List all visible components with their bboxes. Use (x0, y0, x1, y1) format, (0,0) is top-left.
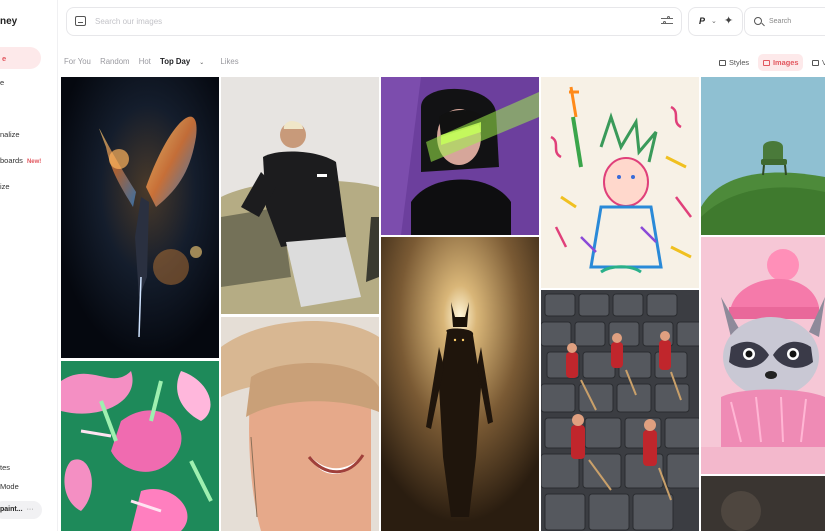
gallery-image-man-leaning-on-car[interactable] (221, 77, 379, 314)
search-label: Search (769, 18, 792, 25)
feed-tabs: For You Random Hot Top Day ⌄ Likes (64, 57, 246, 69)
gallery-image-raccoon-pink-hat[interactable] (701, 237, 825, 474)
search-box[interactable]: Search (744, 7, 825, 36)
sidebar-item-mode[interactable]: Mode (0, 482, 19, 491)
images-icon (763, 60, 770, 66)
gallery-image-statue-of-liberty-doodle[interactable] (541, 77, 699, 288)
app-logo[interactable]: ney (0, 16, 17, 27)
sparkle-icon[interactable]: ✦ (724, 14, 733, 27)
styles-label: Styles (729, 58, 750, 67)
gallery-image-pink-green-tropical-pattern[interactable] (61, 361, 219, 531)
prompt-search-bar[interactable]: Search our images (66, 7, 682, 36)
gallery-image-woman-neon-light[interactable] (381, 77, 539, 235)
gallery-image-tiny-workers-keyboard[interactable] (541, 290, 699, 531)
styles-icon (719, 60, 726, 66)
user-pill[interactable]: paint... ··· (0, 501, 42, 519)
more-icon[interactable]: ··· (27, 506, 34, 513)
chevron-down-icon: ⌄ (199, 60, 205, 66)
image-icon[interactable] (75, 16, 86, 26)
sidebar-item-moodboards[interactable]: boards New! (0, 156, 41, 165)
gallery-image-dark-partial-tile[interactable] (701, 476, 825, 531)
tab-top-day[interactable]: Top Day ⌄ (160, 57, 211, 66)
model-label: P (699, 16, 706, 26)
images-label: Images (773, 58, 799, 67)
chevron-down-icon: ⌄ (711, 18, 717, 25)
gallery-image-fiery-winged-angel[interactable] (61, 77, 219, 358)
sidebar: ney e e nalize boards New! ize tes Mode p… (0, 0, 58, 531)
tab-likes[interactable]: Likes (220, 57, 238, 66)
sidebar-item-explore[interactable]: e (0, 47, 41, 69)
sidebar-item-personalize[interactable]: nalize (0, 130, 20, 139)
model-selector[interactable]: P ⌄ ✦ (688, 7, 743, 36)
images-toggle[interactable]: Images (758, 54, 804, 71)
gallery-image-anubis-silhouette[interactable] (381, 237, 539, 531)
tab-random[interactable]: Random (100, 57, 129, 66)
gallery-image-smiling-woman-hat[interactable] (221, 317, 379, 531)
tab-label: Top Day (160, 57, 191, 66)
gallery-image-chair-on-green-hill[interactable] (701, 77, 825, 235)
videos-icon (812, 60, 819, 66)
new-badge: New! (26, 159, 42, 165)
sidebar-item-updates[interactable]: tes (0, 463, 10, 472)
styles-toggle[interactable]: Styles (715, 54, 753, 71)
sidebar-item-create[interactable]: e (0, 78, 4, 87)
search-icon (754, 17, 762, 25)
search-input[interactable]: Search our images (95, 17, 162, 26)
sidebar-item-label: boards (0, 156, 23, 165)
sidebar-item-organize[interactable]: ize (0, 182, 10, 191)
filter-sliders-icon[interactable] (661, 16, 673, 27)
videos-toggle[interactable]: V (809, 54, 825, 71)
tab-for-you[interactable]: For You (64, 57, 91, 66)
user-name: paint... (0, 506, 23, 513)
tab-hot[interactable]: Hot (139, 57, 151, 66)
